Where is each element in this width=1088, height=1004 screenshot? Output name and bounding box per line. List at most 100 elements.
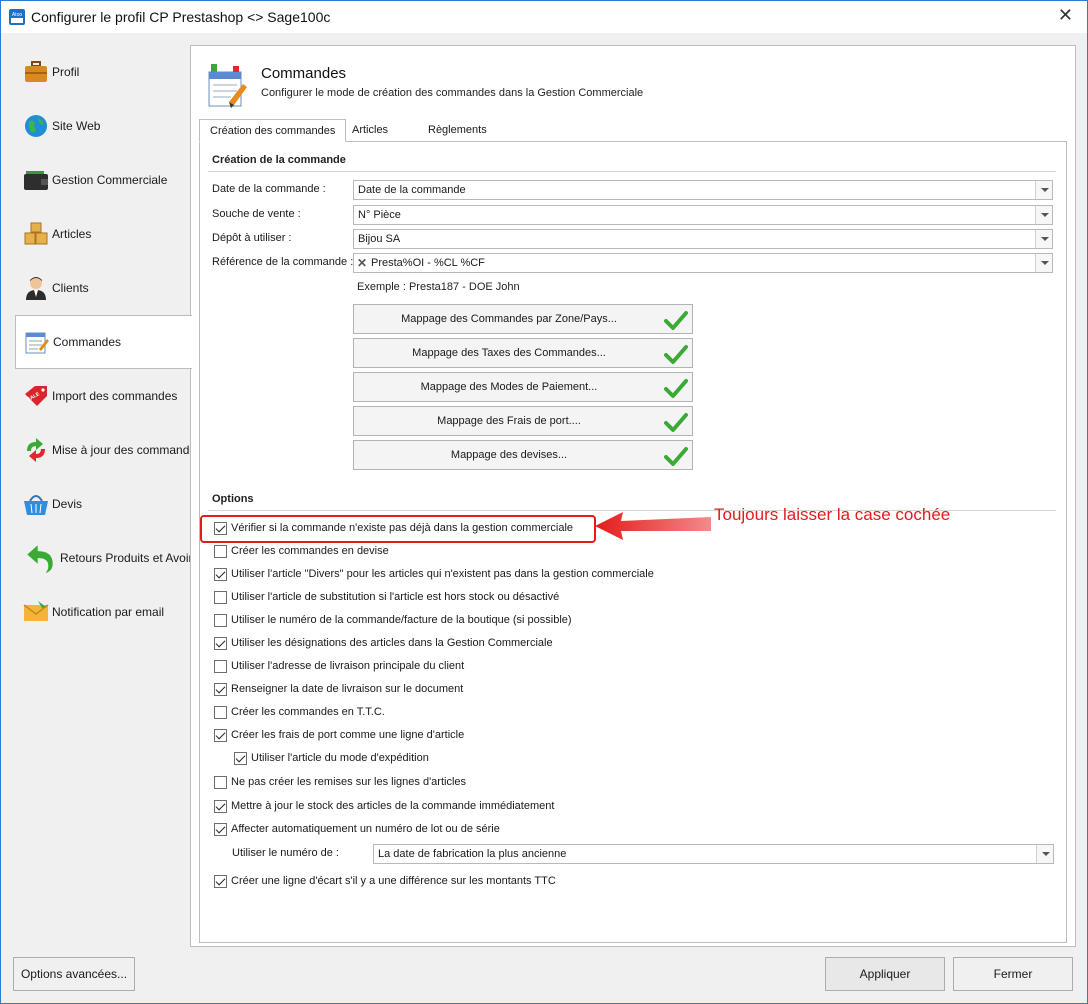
date-commande-select[interactable]: Date de la commande: [353, 180, 1053, 200]
numero-lot-select[interactable]: La date de fabrication la plus ancienne: [373, 844, 1054, 864]
checkbox[interactable]: [214, 874, 227, 888]
checkbox-label: Utiliser l'article de substitution si l'…: [231, 591, 560, 603]
select-value: Bijou SA: [358, 233, 401, 245]
checkbox[interactable]: [214, 567, 227, 581]
sidebar-item-site-web[interactable]: Site Web: [15, 99, 191, 153]
chevron-down-icon[interactable]: [1036, 845, 1053, 863]
sidebar-item-label: Profil: [52, 65, 80, 79]
group-title-creation: Création de la commande: [212, 154, 346, 166]
window-title: Configurer le profil CP Prestashop <> Sa…: [31, 9, 331, 25]
mapping-taxes-button[interactable]: Mappage des Taxes des Commandes...: [353, 338, 693, 368]
option-frais-port-ligne[interactable]: Créer les frais de port comme une ligne …: [214, 727, 464, 743]
close-button[interactable]: Fermer: [953, 957, 1073, 991]
sidebar-item-label: Clients: [52, 281, 89, 295]
advanced-options-button[interactable]: Options avancées...: [13, 957, 135, 991]
sale-tag-icon: SALE: [25, 386, 47, 406]
mapping-zone-pays-button[interactable]: Mappage des Commandes par Zone/Pays...: [353, 304, 693, 334]
tab-articles[interactable]: Articles: [342, 119, 398, 142]
souche-vente-select[interactable]: N° Pièce: [353, 205, 1053, 225]
depot-select[interactable]: Bijou SA: [353, 229, 1053, 249]
check-icon: [664, 379, 688, 398]
checkbox[interactable]: [214, 775, 227, 789]
chevron-down-icon[interactable]: [1035, 254, 1052, 272]
annotation-arrow-icon: [595, 512, 711, 540]
reference-commande-select[interactable]: ✕ Presta%OI - %CL %CF: [353, 253, 1053, 273]
sidebar-item-gestion-commerciale[interactable]: Gestion Commerciale: [15, 153, 191, 207]
checkbox[interactable]: [234, 751, 247, 765]
option-numero-lot[interactable]: Affecter automatiquement un numéro de lo…: [214, 821, 500, 837]
checkbox[interactable]: [214, 728, 227, 742]
option-date-livraison[interactable]: Renseigner la date de livraison sur le d…: [214, 681, 463, 697]
select-value: Date de la commande: [358, 184, 466, 196]
sidebar-item-label: Commandes: [53, 335, 122, 349]
option-remises-lignes[interactable]: Ne pas créer les remises sur les lignes …: [214, 774, 466, 790]
sidebar-item-retours[interactable]: Retours Produits et Avoirs: [15, 531, 199, 585]
checkbox[interactable]: [214, 613, 227, 627]
option-maj-stock[interactable]: Mettre à jour le stock des articles de l…: [214, 798, 554, 814]
sidebar-item-notification[interactable]: Notification par email: [15, 585, 191, 639]
select-value: Presta%OI - %CL %CF: [371, 257, 485, 269]
reference-example: Exemple : Presta187 - DOE John: [357, 281, 520, 293]
tab-creation-commandes[interactable]: Création des commandes: [199, 119, 347, 142]
select-value: La date de fabrication la plus ancienne: [378, 848, 567, 860]
check-icon: [664, 413, 688, 432]
checkbox[interactable]: [214, 659, 227, 673]
checkbox-label: Mettre à jour le stock des articles de l…: [231, 800, 555, 812]
sidebar-item-profil[interactable]: Profil: [15, 45, 191, 99]
button-label: Mappage des Modes de Paiement...: [420, 381, 598, 393]
briefcase-icon: [25, 61, 47, 82]
clear-icon[interactable]: ✕: [357, 256, 367, 270]
mapping-frais-port-button[interactable]: Mappage des Frais de port....: [353, 406, 693, 436]
option-article-substitution[interactable]: Utiliser l'article de substitution si l'…: [214, 589, 559, 605]
chevron-down-icon[interactable]: [1035, 206, 1052, 224]
checkbox[interactable]: [214, 590, 227, 604]
mapping-paiement-button[interactable]: Mappage des Modes de Paiement...: [353, 372, 693, 402]
chevron-down-icon[interactable]: [1035, 230, 1052, 248]
field-label: Utiliser le numéro de :: [232, 847, 339, 859]
checkbox[interactable]: [214, 636, 227, 650]
option-designations-articles[interactable]: Utiliser les désignations des articles d…: [214, 635, 553, 651]
chevron-down-icon[interactable]: [1035, 181, 1052, 199]
sidebar-item-clients[interactable]: Clients: [15, 261, 191, 315]
checkbox[interactable]: [214, 799, 227, 813]
sidebar-item-articles[interactable]: Articles: [15, 207, 191, 261]
option-numero-boutique[interactable]: Utiliser le numéro de la commande/factur…: [214, 612, 572, 628]
sidebar-item-label: Mise à jour des commandes: [52, 443, 203, 457]
option-ligne-ecart-ttc[interactable]: Créer une ligne d'écart s'il y a une dif…: [214, 873, 556, 889]
option-article-mode-expedition[interactable]: Utiliser l'article du mode d'expédition: [234, 750, 429, 766]
checkbox[interactable]: [214, 822, 227, 836]
sidebar-item-label: Retours Produits et Avoirs: [60, 551, 199, 565]
field-label: Référence de la commande :: [212, 256, 354, 268]
checkbox-label: Utiliser le numéro de la commande/factur…: [231, 614, 572, 626]
button-label: Mappage des Frais de port....: [437, 415, 581, 427]
envelope-icon: [23, 601, 49, 621]
order-sheet-icon: [25, 332, 49, 354]
sidebar-item-mise-a-jour[interactable]: Mise à jour des commandes: [15, 423, 202, 477]
tab-reglements[interactable]: Règlements: [418, 119, 497, 142]
checkbox[interactable]: [214, 544, 227, 558]
option-adresse-livraison[interactable]: Utiliser l'adresse de livraison principa…: [214, 658, 464, 674]
sidebar-item-commandes[interactable]: Commandes: [15, 315, 192, 369]
group-divider: [208, 171, 1056, 172]
return-arrow-icon: [27, 545, 53, 573]
checkbox-label: Renseigner la date de livraison sur le d…: [231, 683, 464, 695]
page-subtitle: Configurer le mode de création des comma…: [261, 87, 644, 99]
checkbox-label: Créer les commandes en T.T.C.: [231, 706, 385, 718]
sidebar-item-label: Gestion Commerciale: [52, 173, 168, 187]
sidebar-item-import-commandes[interactable]: SALE Import des commandes: [15, 369, 191, 423]
sidebar-item-devis[interactable]: Devis: [15, 477, 191, 531]
main-panel: Commandes Configurer le mode de création…: [190, 45, 1076, 947]
order-sheet-icon: [208, 64, 247, 108]
svg-text:Atoo: Atoo: [12, 12, 23, 18]
person-icon: [26, 277, 46, 300]
close-window-button[interactable]: ✕: [1058, 5, 1073, 26]
sidebar-item-label: Devis: [52, 497, 83, 511]
boxes-icon: [24, 222, 48, 245]
checkbox[interactable]: [214, 682, 227, 696]
option-commandes-ttc[interactable]: Créer les commandes en T.T.C.: [214, 704, 385, 720]
mapping-devises-button[interactable]: Mappage des devises...: [353, 440, 693, 470]
checkbox[interactable]: [214, 705, 227, 719]
apply-button[interactable]: Appliquer: [825, 957, 945, 991]
option-commandes-devise[interactable]: Créer les commandes en devise: [214, 543, 389, 559]
option-article-divers[interactable]: Utiliser l'article "Divers" pour les art…: [214, 566, 654, 582]
